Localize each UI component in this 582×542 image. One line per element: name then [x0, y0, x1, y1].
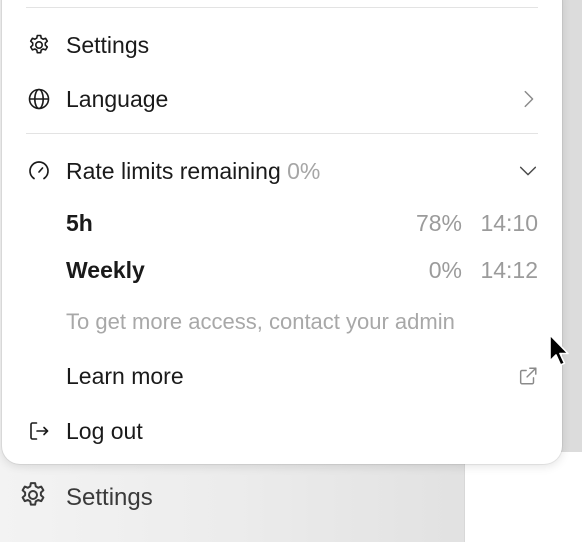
menu-item-language-label: Language — [66, 85, 169, 112]
rate-limit-row: Weekly 0% 14:12 — [2, 251, 562, 287]
menu-item-logout[interactable]: Log out — [2, 409, 562, 453]
gear-icon — [18, 480, 48, 517]
globe-icon — [26, 86, 52, 112]
menu-divider — [26, 133, 538, 134]
rate-limit-row: 5h 78% 14:10 — [2, 204, 562, 240]
rate-limits-value: 0% — [287, 157, 321, 184]
external-link-icon — [516, 364, 540, 388]
menu-item-settings-label: Settings — [66, 31, 150, 58]
sidebar-settings-label: Settings — [66, 484, 153, 511]
chevron-right-icon — [516, 87, 540, 111]
gauge-icon — [26, 158, 52, 184]
account-menu: Settings Language Rate limits remaining — [2, 0, 562, 464]
logout-icon — [26, 418, 52, 444]
rate-limit-percent: 78% — [415, 210, 462, 236]
rate-limit-reset-time: 14:12 — [480, 257, 538, 283]
menu-item-logout-label: Log out — [66, 417, 143, 444]
rate-limits-text: Rate limits remaining — [66, 157, 281, 184]
rate-limit-reset-time: 14:10 — [480, 210, 538, 236]
chevron-down-icon — [516, 159, 540, 183]
rate-limit-name: 5h — [66, 210, 93, 236]
menu-item-language[interactable]: Language — [2, 77, 562, 121]
menu-item-learn-more-label: Learn more — [66, 362, 184, 389]
rate-limit-percent: 0% — [428, 257, 462, 283]
menu-item-learn-more[interactable]: Learn more — [2, 354, 562, 398]
rate-limit-note: To get more access, contact your admin — [66, 309, 455, 334]
mouse-cursor-icon — [549, 334, 569, 366]
gear-icon — [26, 32, 52, 58]
menu-divider — [26, 7, 538, 8]
menu-item-settings[interactable]: Settings — [2, 23, 562, 67]
rate-limits-toggle[interactable]: Rate limits remaining 0% — [2, 149, 562, 193]
rate-limit-name: Weekly — [66, 257, 145, 283]
sidebar-settings-item[interactable]: Settings — [18, 478, 153, 518]
background-panel — [464, 452, 582, 542]
rate-limits-label: Rate limits remaining 0% — [66, 158, 320, 185]
